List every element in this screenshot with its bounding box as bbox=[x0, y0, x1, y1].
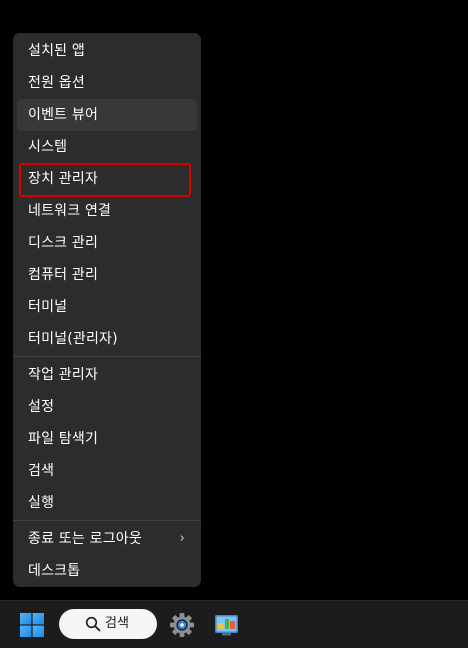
search-label: 검색 bbox=[105, 616, 129, 631]
menu-item-installed-apps[interactable]: 설치된 앱 bbox=[17, 35, 197, 67]
taskbar-control-panel-app[interactable] bbox=[214, 613, 239, 637]
control-panel-icon bbox=[215, 615, 238, 636]
start-button[interactable] bbox=[20, 613, 44, 637]
menu-separator bbox=[13, 356, 201, 357]
taskbar-search-box[interactable]: 검색 bbox=[59, 609, 157, 639]
menu-item-terminal-admin[interactable]: 터미널(관리자) bbox=[17, 323, 197, 355]
menu-item-computer-management[interactable]: 컴퓨터 관리 bbox=[17, 259, 197, 291]
menu-item-desktop[interactable]: 데스크톱 bbox=[17, 555, 197, 587]
menu-item-search[interactable]: 검색 bbox=[17, 455, 197, 487]
menu-item-terminal[interactable]: 터미널 bbox=[17, 291, 197, 323]
menu-item-network-connections[interactable]: 네트워크 연결 bbox=[17, 195, 197, 227]
taskbar-settings-app[interactable] bbox=[169, 612, 195, 638]
menu-item-device-manager[interactable]: 장치 관리자 bbox=[17, 163, 197, 197]
menu-separator bbox=[13, 520, 201, 521]
search-icon bbox=[85, 616, 101, 632]
menu-item-file-explorer[interactable]: 파일 탐색기 bbox=[17, 423, 197, 455]
chevron-right-icon: › bbox=[179, 531, 185, 546]
menu-item-shutdown-signout[interactable]: 종료 또는 로그아웃 › bbox=[17, 523, 197, 555]
menu-item-disk-management[interactable]: 디스크 관리 bbox=[17, 227, 197, 259]
settings-gear-icon bbox=[170, 613, 194, 637]
taskbar: 검색 bbox=[0, 600, 468, 648]
menu-item-settings[interactable]: 설정 bbox=[17, 391, 197, 423]
menu-item-label: 종료 또는 로그아웃 bbox=[28, 531, 142, 547]
windows-logo-icon bbox=[20, 613, 44, 637]
menu-item-event-viewer[interactable]: 이벤트 뷰어 bbox=[17, 99, 197, 131]
menu-item-task-manager[interactable]: 작업 관리자 bbox=[17, 359, 197, 391]
menu-item-run[interactable]: 실행 bbox=[17, 487, 197, 519]
winx-context-menu: 설치된 앱 전원 옵션 이벤트 뷰어 시스템 장치 관리자 네트워크 연결 디스… bbox=[13, 33, 201, 587]
menu-item-system[interactable]: 시스템 bbox=[17, 131, 197, 163]
menu-item-power-options[interactable]: 전원 옵션 bbox=[17, 67, 197, 99]
